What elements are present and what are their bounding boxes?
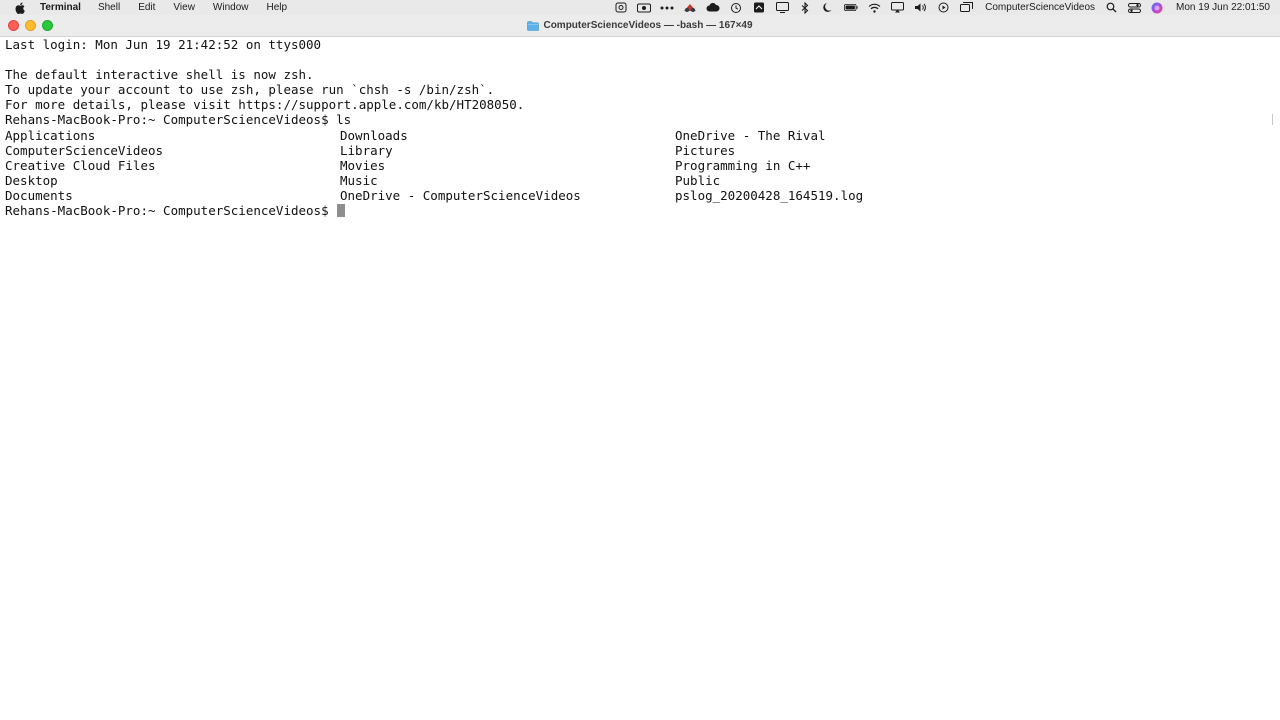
shell-notice-line-2: To update your account to use zsh, pleas… xyxy=(5,82,495,98)
screen-capture-icon[interactable] xyxy=(614,2,628,13)
cloud-icon[interactable] xyxy=(706,2,720,13)
ls-output-row: Applications Downloads OneDrive - The Ri… xyxy=(5,127,826,143)
battery-icon[interactable] xyxy=(844,2,858,13)
ls-entry: Public xyxy=(675,172,721,188)
menu-shell[interactable]: Shell xyxy=(98,0,120,15)
bluetooth-icon[interactable] xyxy=(798,1,812,14)
menu-window[interactable]: Window xyxy=(213,0,249,15)
siri-icon[interactable] xyxy=(1150,2,1164,13)
ls-entry: Pictures xyxy=(675,142,736,158)
menu-bar: Terminal Shell Edit View Window Help Com… xyxy=(0,0,1280,15)
time-machine-icon[interactable] xyxy=(729,2,743,13)
moon-icon[interactable] xyxy=(821,2,835,13)
scroll-indicator[interactable] xyxy=(1272,114,1273,125)
prompt-text: Rehans-MacBook-Pro:~ ComputerScienceVide… xyxy=(5,203,337,219)
text-cursor xyxy=(337,204,346,218)
menubar-clock[interactable]: Mon 19 Jun 22:01:50 xyxy=(1176,0,1270,15)
ls-output-row: Desktop Music Public xyxy=(5,172,720,188)
ls-entry: Programming in C++ xyxy=(675,157,811,173)
screens-icon[interactable] xyxy=(959,2,973,13)
more-icon[interactable] xyxy=(660,2,674,13)
menu-view[interactable]: View xyxy=(173,0,195,15)
prompt-line[interactable]: Rehans-MacBook-Pro:~ ComputerScienceVide… xyxy=(5,203,524,218)
airplay-icon[interactable] xyxy=(890,2,904,13)
ls-entry: Desktop xyxy=(5,172,58,188)
ls-output-row: Documents OneDrive - ComputerScienceVide… xyxy=(5,187,863,203)
last-login-line: Last login: Mon Jun 19 21:42:52 on ttys0… xyxy=(5,37,322,52)
ls-entry: OneDrive - ComputerScienceVideos xyxy=(340,187,581,203)
menubar-account-name[interactable]: ComputerScienceVideos xyxy=(985,0,1095,15)
camera-icon[interactable] xyxy=(637,2,652,13)
menu-help[interactable]: Help xyxy=(267,0,288,15)
display-icon[interactable] xyxy=(775,2,789,13)
wifi-icon[interactable] xyxy=(867,2,881,13)
window-title: ComputerScienceVideos — -bash — 167×49 xyxy=(0,15,1280,36)
ls-entry: OneDrive - The Rival xyxy=(675,127,826,143)
ls-entry: Music xyxy=(340,172,378,188)
apple-menu-icon[interactable] xyxy=(14,2,26,14)
ls-entry: ComputerScienceVideos xyxy=(5,142,164,158)
ls-output-row: Creative Cloud Files Movies Programming … xyxy=(5,157,810,173)
terminal-view[interactable]: Last login: Mon Jun 19 21:42:52 on ttys0… xyxy=(0,37,1280,720)
document-icon[interactable] xyxy=(752,2,766,13)
menu-edit[interactable]: Edit xyxy=(138,0,155,15)
flag-app-icon[interactable] xyxy=(683,2,697,13)
ls-entry: Creative Cloud Files xyxy=(5,157,156,173)
play-icon[interactable] xyxy=(936,2,950,13)
window-titlebar[interactable]: ComputerScienceVideos — -bash — 167×49 xyxy=(0,15,1280,37)
window-title-text: ComputerScienceVideos — -bash — 167×49 xyxy=(543,20,753,31)
spotlight-icon[interactable] xyxy=(1104,2,1118,13)
menu-terminal[interactable]: Terminal xyxy=(40,0,81,15)
ls-entry: Applications xyxy=(5,127,96,143)
volume-icon[interactable] xyxy=(913,2,927,13)
control-center-icon[interactable] xyxy=(1127,2,1141,13)
folder-icon xyxy=(527,20,540,31)
ls-entry: Library xyxy=(340,142,393,158)
shell-notice-line-3: For more details, please visit https://s… xyxy=(5,97,525,113)
menu-bar-status: ComputerScienceVideos Mon 19 Jun 22:01:5… xyxy=(605,0,1270,15)
ls-entry: Movies xyxy=(340,157,386,173)
command-line: Rehans-MacBook-Pro:~ ComputerScienceVide… xyxy=(5,112,352,128)
menu-bar-left: Terminal Shell Edit View Window Help xyxy=(0,0,305,15)
terminal-output: Last login: Mon Jun 19 21:42:52 on ttys0… xyxy=(5,37,863,218)
shell-notice-line-1: The default interactive shell is now zsh… xyxy=(5,67,314,83)
ls-entry: pslog_20200428_164519.log xyxy=(675,187,864,203)
ls-output-row: ComputerScienceVideos Library Pictures xyxy=(5,142,735,158)
ls-entry: Downloads xyxy=(340,127,408,143)
ls-entry: Documents xyxy=(5,187,73,203)
